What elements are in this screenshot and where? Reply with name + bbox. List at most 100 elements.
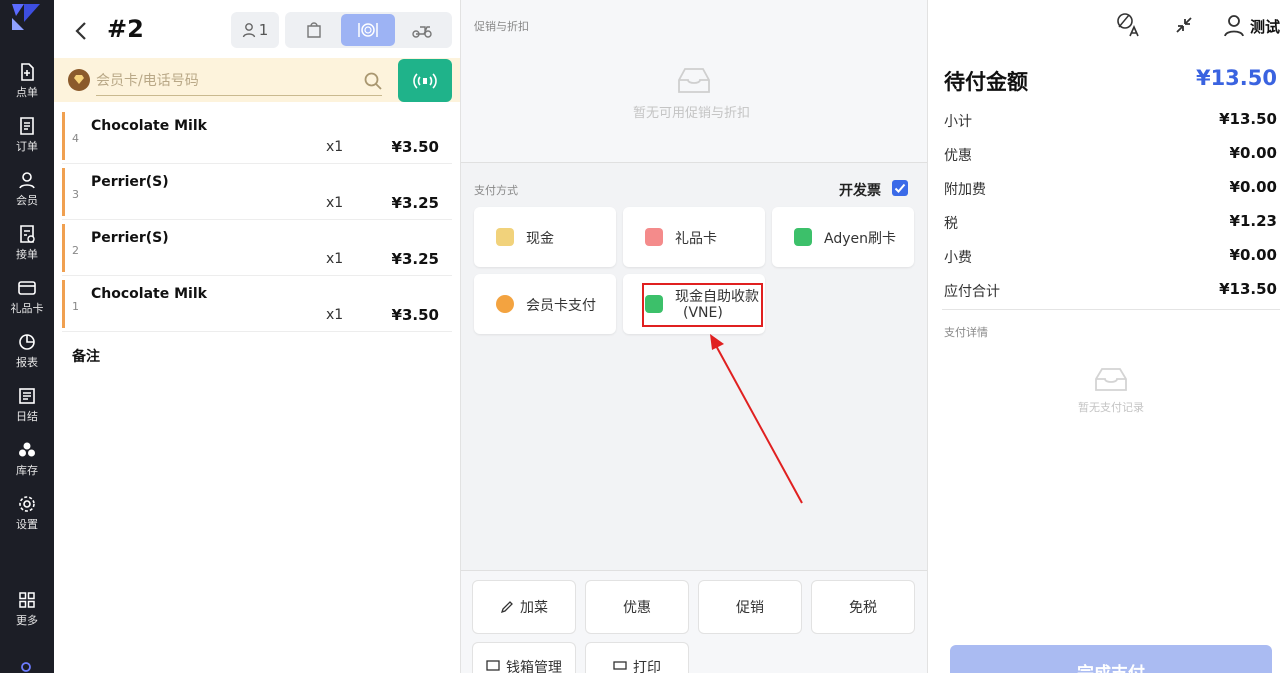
nav-item-report[interactable]: 报表: [0, 326, 54, 374]
remark-label[interactable]: 备注: [72, 346, 100, 366]
discount-label: 优惠: [944, 148, 972, 164]
item-accent-bar: [62, 168, 65, 216]
surcharge-value: ¥0.00: [1229, 178, 1277, 196]
pencil-icon: [500, 601, 513, 614]
order-number: #2: [107, 15, 144, 43]
nav-label: 会员: [16, 194, 38, 207]
scooter-icon: [412, 26, 432, 38]
item-accent-bar: [62, 224, 65, 272]
pay-method-label: Adyen刷卡: [824, 231, 896, 247]
nav-label: 报表: [16, 356, 38, 369]
action-label: 加菜: [520, 600, 548, 616]
amount-due-value: ¥13.50: [1195, 66, 1277, 90]
card-icon: [18, 281, 36, 295]
item-qty: x1: [326, 139, 344, 155]
promo-empty-text: 暂无可用促销与折扣: [633, 106, 751, 121]
mode-delivery-button[interactable]: [395, 14, 449, 46]
tip-label: 小费: [944, 250, 972, 266]
discount-button[interactable]: 优惠: [585, 580, 689, 634]
tip-value: ¥0.00: [1229, 246, 1277, 264]
item-name: Chocolate Milk: [91, 286, 207, 302]
item-price: ¥3.25: [391, 194, 439, 212]
guest-count-button[interactable]: 1: [231, 12, 279, 48]
invoice-checkbox[interactable]: [892, 180, 908, 196]
pie-chart-icon: [19, 334, 35, 350]
pay-method-cash[interactable]: 现金: [474, 207, 616, 267]
promotion-button[interactable]: 促销: [698, 580, 802, 634]
grid-icon: [19, 592, 35, 608]
nav-item-member[interactable]: 会员: [0, 164, 54, 212]
nav-item-settings[interactable]: 设置: [0, 488, 54, 536]
collapse-icon[interactable]: [1171, 12, 1197, 38]
order-list-icon: [20, 117, 34, 135]
payment-detail-title: 支付详情: [944, 326, 988, 339]
plate-cutlery-icon: [358, 23, 378, 37]
pay-method-label: 礼品卡: [675, 231, 717, 247]
nav-label: 设置: [16, 518, 38, 531]
order-item-row[interactable]: 1 Chocolate Milk x1 ¥3.50: [62, 276, 452, 332]
nav-item-daily[interactable]: 日结: [0, 380, 54, 428]
total-value: ¥13.50: [1219, 280, 1277, 298]
nav-item-giftcard[interactable]: 礼品卡: [0, 272, 54, 320]
amount-due-label: 待付金额: [944, 70, 1028, 94]
mode-takeaway-button[interactable]: [287, 14, 341, 46]
translate-icon[interactable]: [1115, 12, 1141, 38]
item-qty: x1: [326, 251, 344, 267]
pay-method-adyen[interactable]: Adyen刷卡: [772, 207, 914, 267]
complete-payment-button[interactable]: 完成支付: [950, 645, 1272, 673]
order-item-row[interactable]: 4 Chocolate Milk x1 ¥3.50: [62, 108, 452, 164]
user-name[interactable]: 测试: [1250, 16, 1280, 37]
order-item-row[interactable]: 3 Perrier(S) x1 ¥3.25: [62, 164, 452, 220]
tax-value: ¥1.23: [1229, 212, 1277, 230]
order-item-row[interactable]: 2 Perrier(S) x1 ¥3.25: [62, 220, 452, 276]
mode-dine-in-button[interactable]: [341, 14, 395, 46]
nav-label: 礼品卡: [10, 302, 44, 315]
user-icon[interactable]: [16, 660, 36, 673]
user-icon[interactable]: [1221, 12, 1247, 38]
nav-item-inventory[interactable]: 库存: [0, 434, 54, 482]
app-logo-icon: [12, 4, 40, 30]
item-price: ¥3.25: [391, 250, 439, 268]
subtotal-label: 小计: [944, 114, 972, 130]
invoice-label: 开发票: [839, 183, 881, 199]
annotation-arrow: [710, 334, 803, 504]
item-qty: x1: [326, 195, 344, 211]
tax-exempt-button[interactable]: 免税: [811, 580, 915, 634]
pay-method-giftcard[interactable]: 礼品卡: [623, 207, 765, 267]
total-label: 应付合计: [944, 284, 1000, 300]
nav-label: 更多: [16, 614, 38, 627]
gear-icon: [19, 496, 35, 512]
drawer-icon: [486, 660, 500, 671]
add-dish-button[interactable]: 加菜: [472, 580, 576, 634]
item-index: 2: [72, 244, 79, 257]
item-index: 1: [72, 300, 79, 313]
back-arrow-icon[interactable]: [72, 20, 92, 42]
cash-drawer-button[interactable]: 钱箱管理: [472, 642, 576, 673]
nav-label: 接单: [16, 248, 38, 261]
annotation-highlight-box: [642, 283, 763, 327]
search-icon[interactable]: [363, 71, 383, 91]
action-label: 钱箱管理: [506, 660, 562, 673]
member-search-input[interactable]: [96, 66, 382, 96]
nav-item-accept[interactable]: 接单: [0, 218, 54, 266]
nav-item-orders[interactable]: 订单: [0, 110, 54, 158]
pay-method-label: 会员卡支付: [526, 298, 596, 314]
shopping-bag-icon: [307, 22, 321, 38]
item-accent-bar: [62, 112, 65, 160]
nav-label: 日结: [16, 410, 38, 423]
item-price: ¥3.50: [391, 306, 439, 324]
nav-item-more[interactable]: 更多: [0, 584, 54, 632]
user-icon: [19, 172, 35, 189]
guest-count: 1: [258, 21, 269, 39]
item-accent-bar: [62, 280, 65, 328]
nav-item-order[interactable]: 点单: [0, 56, 54, 104]
item-name: Perrier(S): [91, 230, 169, 246]
pay-method-member-card[interactable]: 会员卡支付: [474, 274, 616, 334]
print-button[interactable]: 打印: [585, 642, 689, 673]
add-file-icon: [21, 63, 34, 81]
pay-method-label: 现金: [526, 231, 554, 247]
discount-value: ¥0.00: [1229, 144, 1277, 162]
member-diamond-icon: [68, 69, 90, 91]
item-name: Chocolate Milk: [91, 118, 207, 134]
nfc-read-button[interactable]: [398, 59, 452, 102]
